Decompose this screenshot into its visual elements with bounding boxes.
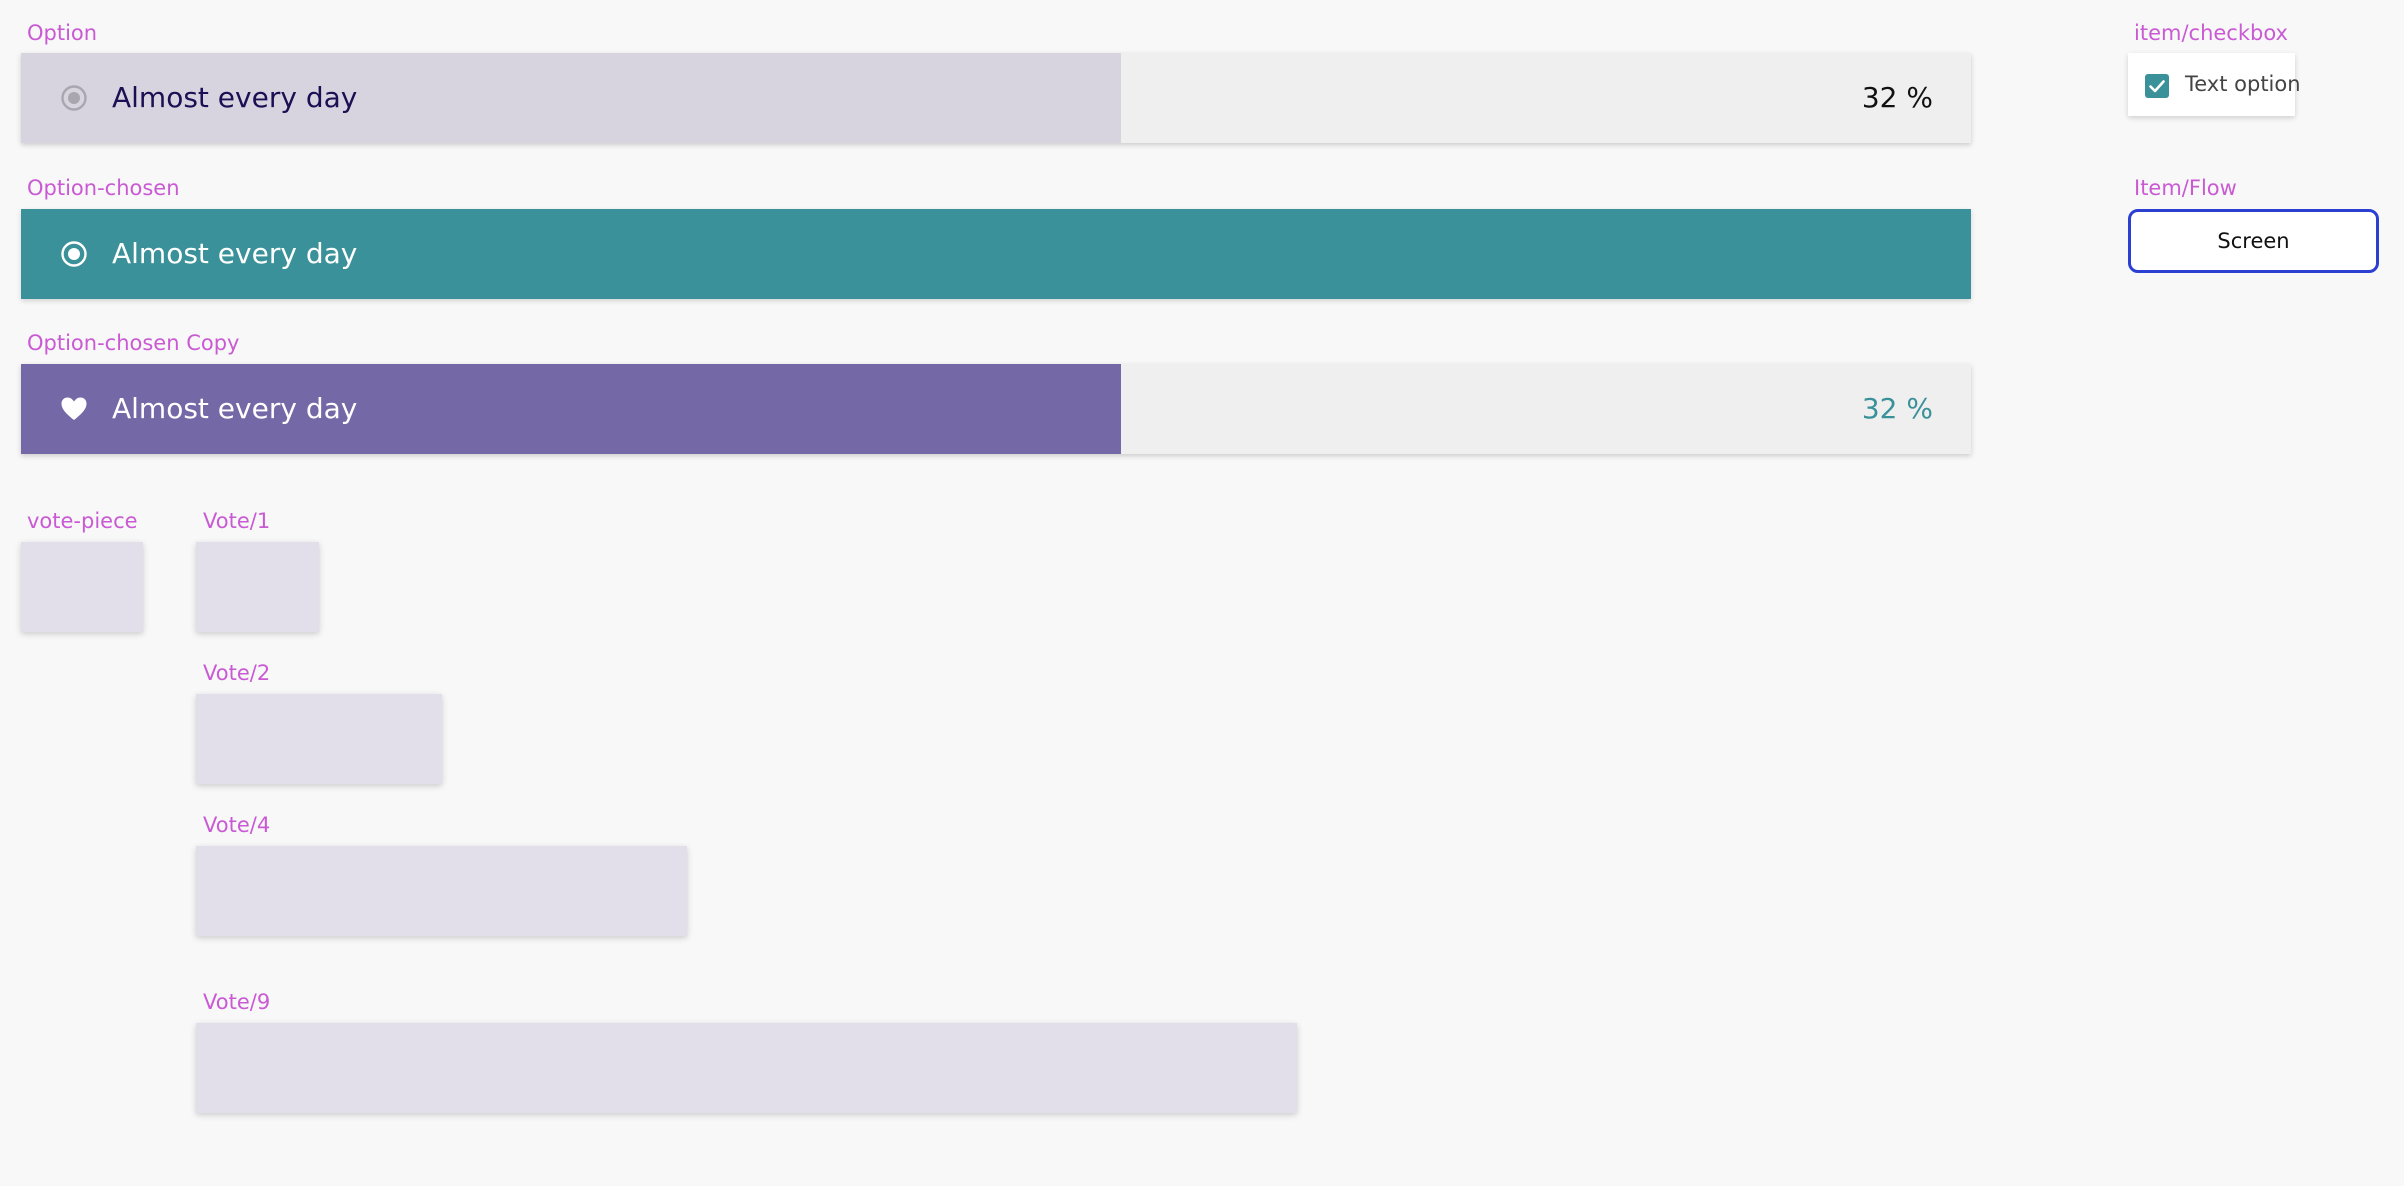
checkbox[interactable] xyxy=(2145,74,2169,98)
radio-selected-icon xyxy=(61,241,87,267)
option-percent: 32 % xyxy=(1861,81,1933,114)
option-component-label: Option xyxy=(27,21,98,45)
vote-piece-component-label: vote-piece xyxy=(27,509,138,533)
checkbox-item[interactable]: Text option xyxy=(2128,53,2301,116)
vote-piece xyxy=(21,542,143,632)
flow-screen-button[interactable]: Screen xyxy=(2128,209,2379,273)
vote-bar-4 xyxy=(196,846,687,936)
item-checkbox-component-label: item/checkbox xyxy=(2134,21,2288,45)
item-flow-component-label: Item/Flow xyxy=(2134,176,2237,200)
poll-option-result[interactable]: Almost every day 32 % xyxy=(21,364,1971,454)
vote-1-component-label: Vote/1 xyxy=(203,509,271,533)
heart-icon xyxy=(61,397,87,420)
vote-4-component-label: Vote/4 xyxy=(203,813,271,837)
option-text: Almost every day xyxy=(112,392,358,425)
vote-9-component-label: Vote/9 xyxy=(203,990,271,1014)
vote-2-component-label: Vote/2 xyxy=(203,661,271,685)
poll-option[interactable]: Almost every day 32 % xyxy=(21,53,1971,143)
flow-screen-label: Screen xyxy=(2217,229,2290,253)
poll-option-chosen[interactable]: Almost every day xyxy=(21,209,1971,299)
checkmark-icon xyxy=(2149,80,2165,93)
option-text: Almost every day xyxy=(112,237,358,270)
option-chosen-copy-component-label: Option-chosen Copy xyxy=(27,331,240,355)
checkbox-label: Text option xyxy=(2185,72,2301,96)
option-chosen-component-label: Option-chosen xyxy=(27,176,180,200)
option-percent: 32 % xyxy=(1861,392,1933,425)
vote-bar-2 xyxy=(196,694,442,784)
vote-bar-1 xyxy=(196,542,319,632)
vote-bar-9 xyxy=(196,1023,1297,1113)
radio-unselected-icon xyxy=(61,85,87,111)
option-text: Almost every day xyxy=(112,81,358,114)
